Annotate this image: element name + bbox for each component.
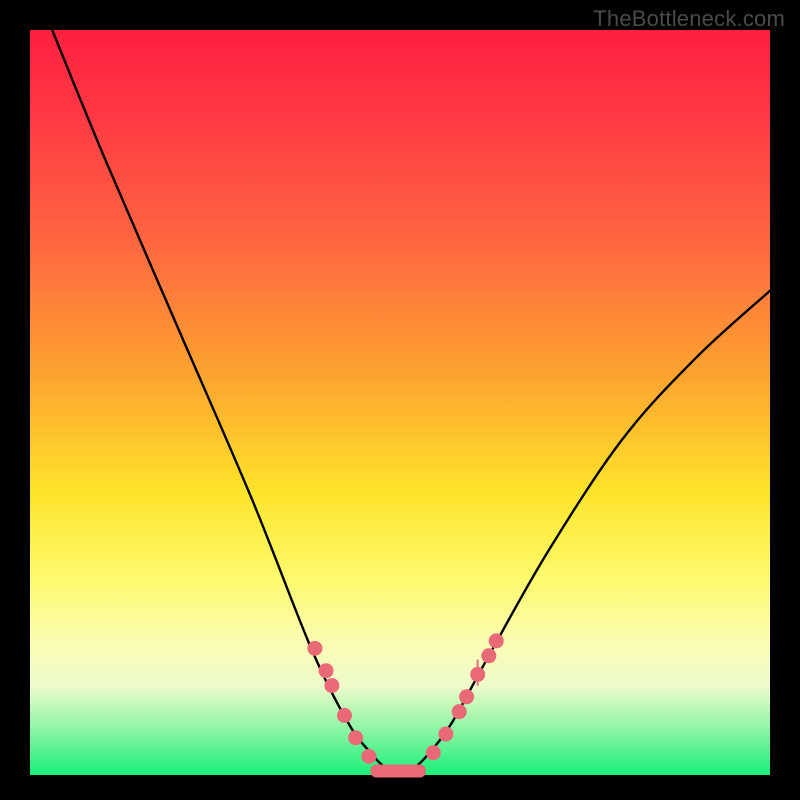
marker-dot xyxy=(452,704,467,719)
highlight-dots xyxy=(307,633,503,763)
marker-dot xyxy=(481,648,496,663)
marker-dot xyxy=(489,633,504,648)
marker-dot xyxy=(324,678,339,693)
marker-dot xyxy=(438,727,453,742)
marker-dot xyxy=(307,641,322,656)
outer-frame: TheBottleneck.com xyxy=(0,0,800,800)
plot-area xyxy=(30,30,770,775)
watermark-text: TheBottleneck.com xyxy=(593,6,785,32)
marker-dot xyxy=(426,745,441,760)
marker-dot xyxy=(348,730,363,745)
bottleneck-curve xyxy=(52,30,770,775)
marker-dot xyxy=(361,749,376,764)
valley-bar xyxy=(370,765,426,778)
marker-dot xyxy=(337,708,352,723)
marker-dot xyxy=(319,663,334,678)
chart-svg xyxy=(30,30,770,775)
marker-dot xyxy=(459,689,474,704)
